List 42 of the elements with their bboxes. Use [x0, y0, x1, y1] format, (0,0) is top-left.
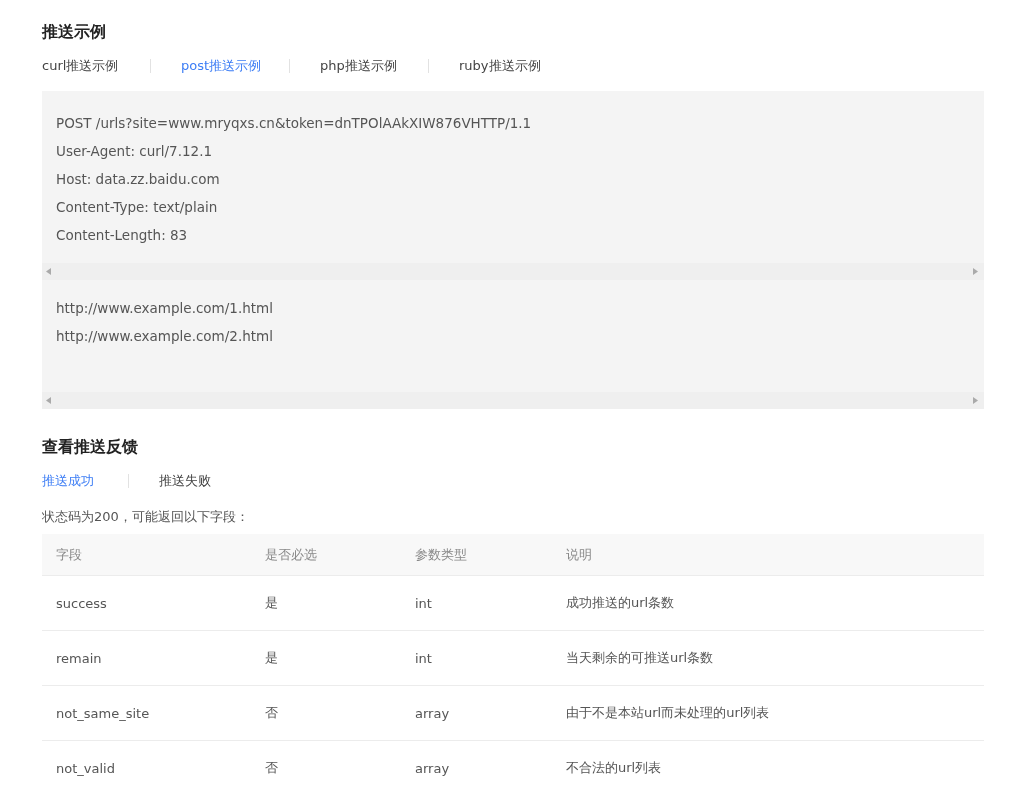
- code-line: http://www.example.com/2.html: [56, 327, 274, 346]
- scroll-right-icon[interactable]: [973, 397, 978, 404]
- table-cell: not_valid: [42, 740, 251, 785]
- table-cell: 不合法的url列表: [552, 740, 984, 785]
- code-line: Host: data.zz.baidu.com: [56, 170, 221, 189]
- scroll-right-icon[interactable]: [973, 268, 978, 275]
- table-cell: not_same_site: [42, 685, 251, 741]
- table-cell: 成功推送的url条数: [552, 575, 984, 631]
- table-cell: 当天剩余的可推送url条数: [552, 630, 984, 686]
- table-cell: 是: [251, 630, 401, 686]
- tab[interactable]: curl推送示例: [42, 57, 150, 75]
- tab[interactable]: php推送示例: [320, 57, 428, 75]
- table-cell: array: [401, 740, 552, 785]
- column-header: 是否必选: [251, 534, 401, 576]
- tab[interactable]: 推送失败: [159, 472, 245, 490]
- horizontal-scrollbar[interactable]: [42, 392, 984, 409]
- code-line: http://www.example.com/1.html: [56, 299, 274, 318]
- table-cell: 由于不是本站url而未处理的url列表: [552, 685, 984, 741]
- tab[interactable]: ruby推送示例: [459, 57, 567, 75]
- column-header: 说明: [552, 534, 984, 576]
- table-cell: int: [401, 630, 552, 686]
- table-cell: array: [401, 685, 552, 741]
- tab[interactable]: post推送示例: [181, 57, 289, 75]
- column-header: 字段: [42, 534, 251, 576]
- table-cell: 否: [251, 685, 401, 741]
- section-title: 查看推送反馈: [42, 437, 139, 458]
- code-line: Content-Type: text/plain: [56, 198, 219, 217]
- status-note: 状态码为200，可能返回以下字段：: [42, 508, 250, 526]
- table-cell: 是: [251, 575, 401, 631]
- tab[interactable]: 推送成功: [42, 472, 128, 490]
- table-cell: remain: [42, 630, 251, 686]
- code-line: User-Agent: curl/7.12.1: [56, 142, 214, 161]
- table-cell: success: [42, 575, 251, 631]
- table-cell: 否: [251, 740, 401, 785]
- code-line: POST /urls?site=www.mryqxs.cn&token=dnTPOlAAkXIW876VHTTP/1.1: [56, 114, 533, 133]
- code-line: Content-Length: 83: [56, 226, 189, 245]
- horizontal-scrollbar[interactable]: [42, 263, 984, 280]
- table-cell: int: [401, 575, 552, 631]
- column-header: 参数类型: [401, 534, 552, 576]
- scroll-left-icon[interactable]: [46, 268, 51, 275]
- section-title: 推送示例: [42, 22, 107, 43]
- scroll-left-icon[interactable]: [46, 397, 51, 404]
